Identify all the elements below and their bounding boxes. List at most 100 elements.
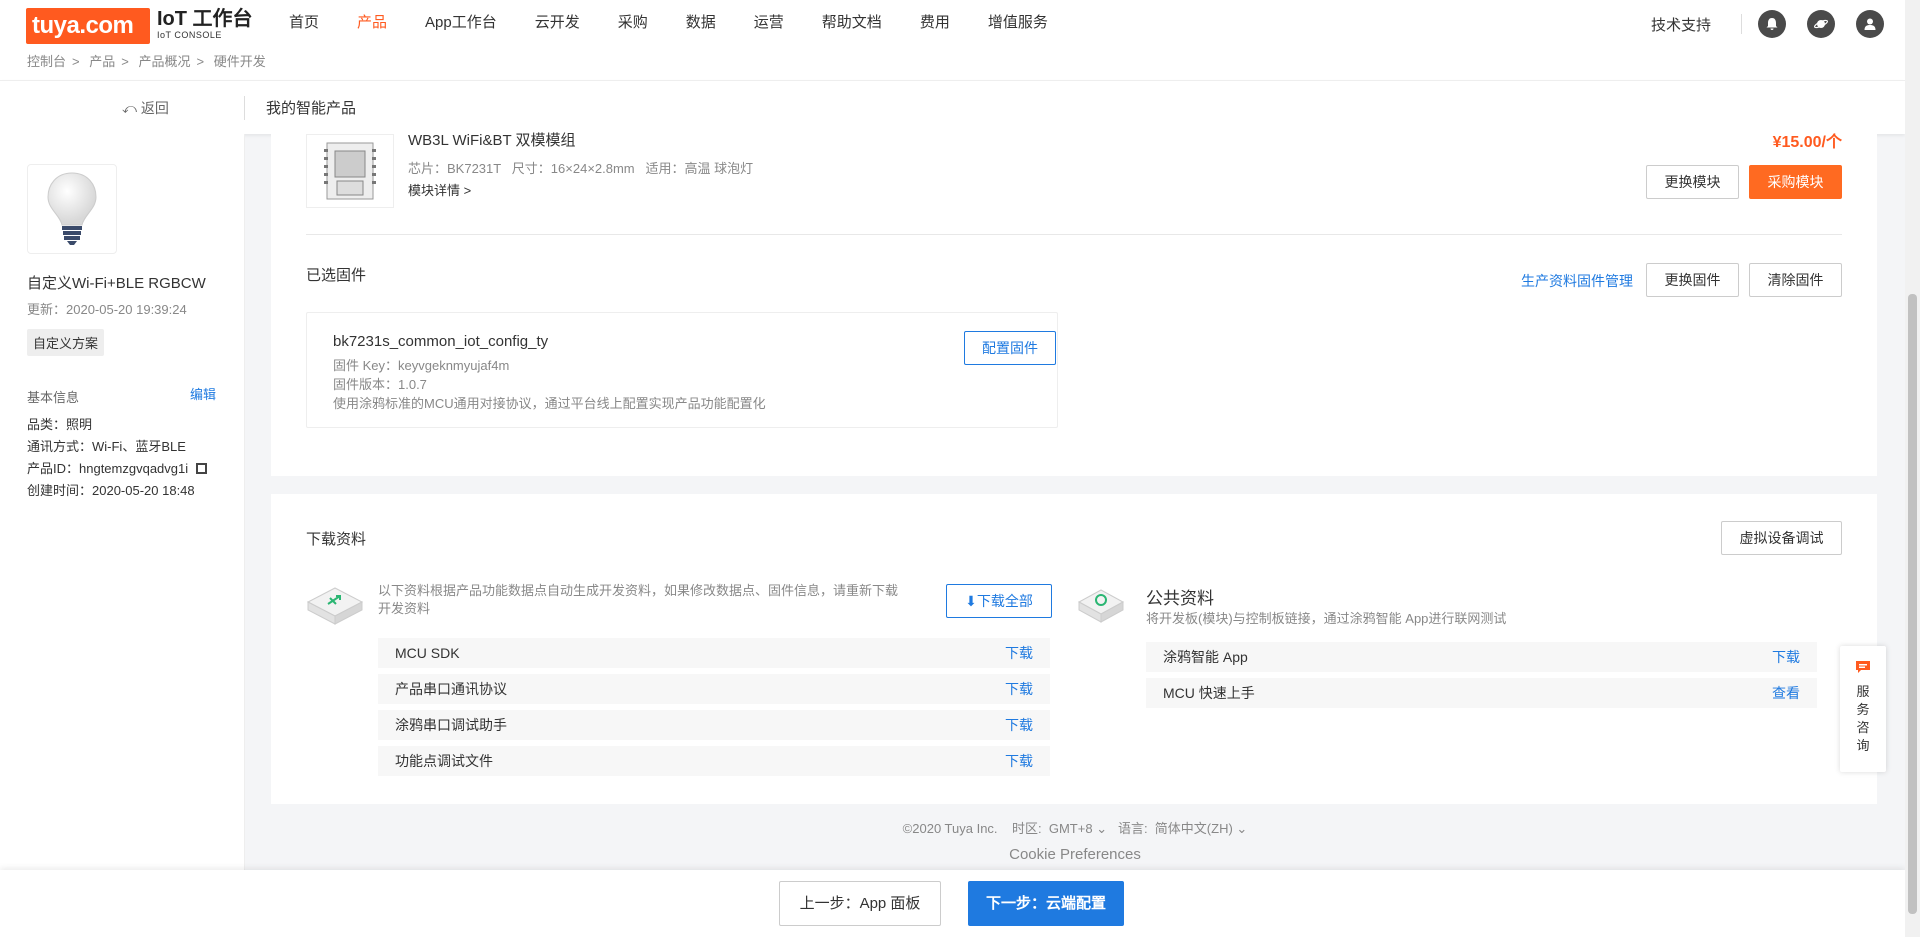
firmware-card: bk7231s_common_iot_config_ty 固件 Key：keyv… (306, 312, 1058, 428)
sub-header-title: 我的智能产品 (266, 100, 357, 117)
sub-header-divider (244, 96, 245, 120)
page-scrollbar[interactable] (1905, 0, 1920, 937)
nav-right: 技术支持 (1651, 0, 1905, 48)
bell-icon[interactable] (1758, 10, 1786, 38)
firmware-name: bk7231s_common_iot_config_ty (333, 333, 549, 350)
nav-product[interactable]: 产品 (338, 0, 406, 48)
download-item-name: MCU SDK (395, 645, 460, 661)
nav-divider (1741, 14, 1742, 34)
breadcrumb-hardware: 硬件开发 (213, 54, 266, 69)
breadcrumb-product[interactable]: 产品 (89, 54, 115, 69)
firmware-version: 固件版本：1.0.7 (333, 377, 427, 392)
virtual-device-debug-button[interactable]: 虚拟设备调试 (1721, 521, 1842, 555)
service-consult-label: 服务咨询 (1856, 684, 1870, 753)
nav-operations[interactable]: 运营 (735, 0, 803, 48)
nav-app-workbench[interactable]: App工作台 (406, 0, 516, 48)
basic-info-heading: 基本信息 (27, 390, 80, 405)
public-item-action[interactable]: 查看 (1772, 678, 1800, 708)
download-item-name: 功能点调试文件 (395, 753, 493, 769)
download-item-action[interactable]: 下载 (1005, 746, 1033, 776)
buy-module-button[interactable]: 采购模块 (1749, 165, 1842, 199)
next-step-button[interactable]: 下一步：云端配置 (968, 881, 1124, 926)
edit-link[interactable]: 编辑 (190, 384, 216, 403)
public-item-action[interactable]: 下载 (1772, 642, 1800, 672)
module-divider (306, 234, 1842, 235)
replace-firmware-button[interactable]: 更换固件 (1646, 263, 1739, 297)
language-label: 语言: (1117, 821, 1148, 836)
download-item: 功能点调试文件 下载 (378, 746, 1050, 776)
nav-fees[interactable]: 费用 (901, 0, 969, 48)
timezone-select[interactable]: GMT+8 (1049, 821, 1093, 836)
copy-icon[interactable] (195, 463, 207, 474)
prev-step-button[interactable]: 上一步：App 面板 (779, 881, 941, 926)
public-item-name: 涂鸦智能 App (1163, 649, 1248, 665)
public-resource-icon (1077, 589, 1125, 623)
info-pid: 产品ID：hngtemzgvqadvg1i (27, 461, 189, 476)
hardware-panel: WB3L WiFi&BT 双模模组 芯片：BK7231T 尺寸：16×24×2.… (271, 132, 1877, 476)
public-item: MCU 快速上手 查看 (1146, 678, 1817, 708)
module-detail-link[interactable]: 模块详情 > (408, 180, 471, 199)
public-item: 涂鸦智能 App 下载 (1146, 642, 1817, 672)
breadcrumb: 控制台 > 产品 > 产品概况 > 硬件开发 (0, 48, 1905, 80)
clear-firmware-button[interactable]: 清除固件 (1749, 263, 1842, 297)
nav-purchase[interactable]: 采购 (599, 0, 667, 48)
nav-home[interactable]: 首页 (270, 0, 338, 48)
back-button[interactable]: ⤺ 返回 (122, 98, 169, 118)
service-consult-widget[interactable]: 服务咨询 (1840, 646, 1886, 772)
product-image (27, 164, 117, 254)
downloads-section-title: 下载资料 (306, 531, 367, 548)
main-nav: 首页 产品 App工作台 云开发 采购 数据 运营 帮助文档 费用 增值服务 (270, 0, 1067, 48)
firmware-manage-link[interactable]: 生产资料固件管理 (1521, 271, 1633, 291)
breadcrumb-overview[interactable]: 产品概况 (138, 54, 190, 69)
product-updated: 更新：2020-05-20 19:39:24 (27, 302, 187, 317)
language-select[interactable]: 简体中文(ZH) (1155, 821, 1233, 836)
back-label: 返回 (140, 100, 169, 116)
timezone-label: 时区: (1011, 821, 1042, 836)
chat-icon (1840, 660, 1886, 679)
breadcrumb-separator: > (72, 54, 80, 69)
info-pid-row: 产品ID：hngtemzgvqadvg1i (27, 458, 207, 480)
firmware-section-title: 已选固件 (306, 267, 367, 284)
breadcrumb-separator: > (196, 54, 205, 69)
replace-module-button[interactable]: 更换模块 (1646, 165, 1739, 199)
copyright: ©2020 Tuya Inc. (902, 821, 998, 836)
download-all-button[interactable]: ⬇下载全部 (946, 584, 1052, 618)
info-comm: 通讯方式：Wi-Fi、蓝牙BLE (27, 439, 186, 454)
download-all-label: 下载全部 (976, 593, 1033, 609)
module-image (306, 134, 394, 208)
footer: ©2020 Tuya Inc. 时区: GMT+8 ⌄ 语言: 简体中文(ZH)… (245, 818, 1905, 837)
tech-support-link[interactable]: 技术支持 (1651, 14, 1711, 35)
download-item-action[interactable]: 下载 (1005, 710, 1033, 740)
solution-tag: 自定义方案 (27, 329, 105, 356)
product-sidebar: 自定义Wi-Fi+BLE RGBCW 更新：2020-05-20 19:39:2… (0, 134, 245, 871)
download-box-icon (306, 587, 364, 625)
firmware-desc: 使用涂鸦标准的MCU通用对接协议，通过平台线上配置实现产品功能配置化 (333, 396, 766, 411)
download-item: MCU SDK 下载 (378, 638, 1050, 668)
nav-value-added[interactable]: 增值服务 (969, 0, 1067, 48)
public-resources-desc: 将开发板(模块)与控制板链接，通过涂鸦智能 App进行联网测试 (1146, 611, 1507, 626)
download-item-action[interactable]: 下载 (1005, 638, 1033, 668)
module-price: ¥15.00/个 (1772, 134, 1842, 151)
breadcrumb-separator: > (121, 54, 129, 69)
scrollbar-thumb[interactable] (1908, 294, 1917, 914)
download-item: 产品串口通讯协议 下载 (378, 674, 1050, 704)
download-item-action[interactable]: 下载 (1005, 674, 1033, 704)
config-firmware-button[interactable]: 配置固件 (964, 331, 1056, 365)
product-name: 自定义Wi-Fi+BLE RGBCW (27, 275, 206, 292)
nav-help-docs[interactable]: 帮助文档 (803, 0, 901, 48)
breadcrumb-console[interactable]: 控制台 (27, 54, 66, 69)
nav-data[interactable]: 数据 (667, 0, 735, 48)
top-nav: tuya.com IoT 工作台 IoT CONSOLE 首页 产品 App工作… (0, 0, 1905, 48)
chevron-down-icon: ⌄ (1096, 821, 1108, 836)
console-subtitle: IoT CONSOLE (157, 30, 222, 40)
planet-icon[interactable] (1807, 10, 1835, 38)
info-list: 品类：照明 通讯方式：Wi-Fi、蓝牙BLE 产品ID：hngtemzgvqad… (27, 414, 207, 502)
user-avatar-icon[interactable] (1856, 10, 1884, 38)
console-title: IoT 工作台 (157, 8, 253, 30)
firmware-key: 固件 Key：keyvgeknmyujaf4m (333, 358, 510, 373)
nav-cloud-dev[interactable]: 云开发 (516, 0, 599, 48)
downloads-desc: 以下资料根据产品功能数据点自动生成开发资料，如果修改数据点、固件信息，请重新下载… (378, 583, 899, 616)
tuya-logo[interactable]: tuya.com (26, 8, 150, 44)
cookie-preferences-link[interactable]: Cookie Preferences (245, 846, 1905, 863)
public-resources-title: 公共资料 (1146, 589, 1214, 608)
